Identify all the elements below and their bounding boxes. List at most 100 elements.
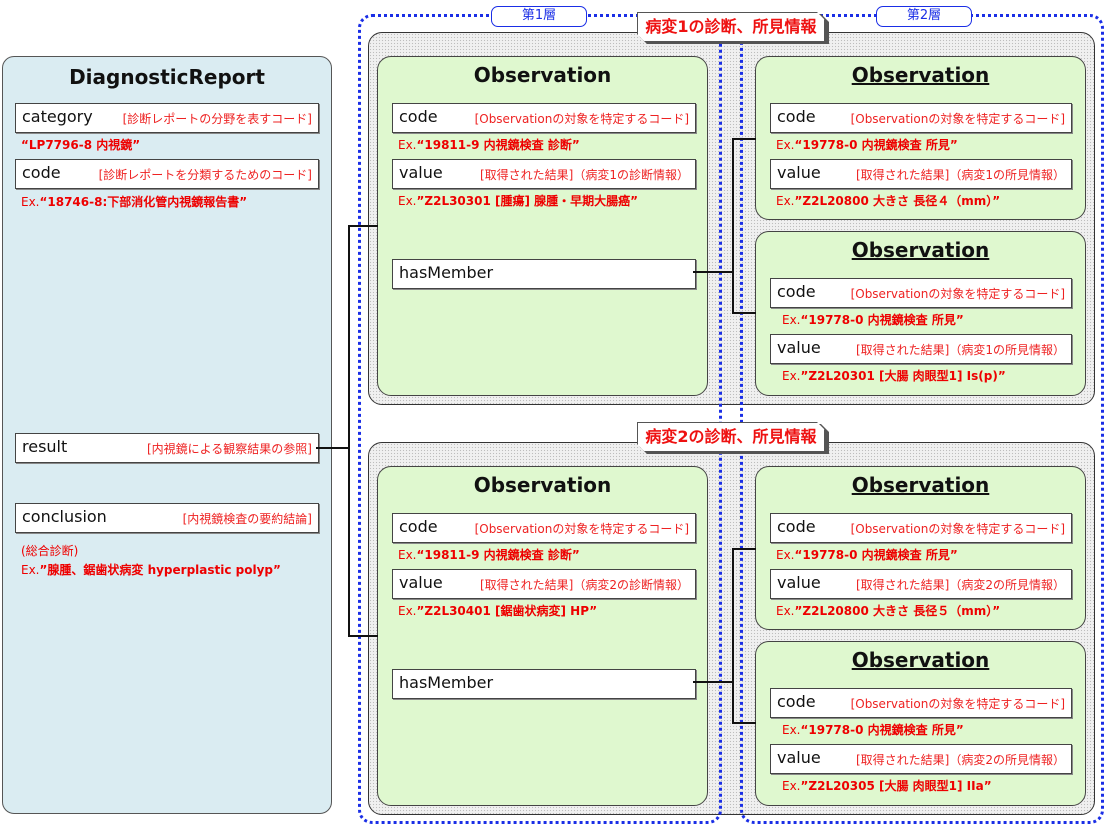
value-field: value [取得された結果]（病変1の所見情報）	[770, 159, 1072, 189]
value-field: value [取得された結果]（病変1の診断情報）	[392, 159, 696, 189]
diagnostic-report-box: DiagnosticReport category [診断レポートの分野を表すコ…	[2, 56, 332, 814]
lesion1-finding-observation-1: Observation code [Observationの対象を特定するコード…	[755, 56, 1086, 220]
code-field: code [Observationの対象を特定するコード]	[770, 278, 1072, 308]
field-name: value	[399, 163, 443, 182]
lesion2-finding-observation-2: Observation code [Observationの対象を特定するコード…	[755, 641, 1086, 806]
example-value: ”Z2L30401 [鋸歯状病変] HP”	[416, 604, 598, 618]
has-member-branch-2a	[732, 548, 756, 550]
value-example: Ex.”Z2L20301 [大腸 肉眼型1] Is(p)”	[782, 367, 1006, 384]
example-prefix: Ex.	[782, 723, 801, 737]
observation-title-text: Observation	[851, 648, 990, 672]
example-prefix: Ex.	[398, 194, 417, 208]
example-prefix: Ex.	[776, 548, 795, 562]
field-name: code	[777, 282, 816, 301]
example-prefix: Ex.	[776, 604, 795, 618]
category-field: category [診断レポートの分野を表すコード]	[15, 103, 319, 133]
code-example: Ex.“19778-0 内視鏡検査 所見”	[776, 546, 958, 563]
example-value: ”Z2L20800 大きさ 長径５（mm）”	[794, 604, 1001, 618]
conclusion-note: (総合診断)	[21, 544, 79, 558]
field-desc: [取得された結果]（病変2の診断情報）	[480, 578, 689, 592]
code-example: Ex.“19811-9 内視鏡検査 診断”	[398, 546, 580, 563]
code-example: Ex.“19778-0 内視鏡検査 所見”	[776, 136, 958, 153]
layer2-tab: 第2層	[876, 6, 972, 27]
code-example: Ex.“19778-0 内視鏡検査 所見”	[782, 311, 964, 328]
example-value: ”Z2L20301 [大腸 肉眼型1] Is(p)”	[800, 369, 1006, 383]
category-example: “LP7796-8 内視鏡”	[21, 136, 140, 153]
field-name: code	[399, 107, 438, 126]
field-desc: [Observationの対象を特定するコード]	[474, 112, 689, 126]
value-example: Ex.”Z2L20800 大きさ 長径４（mm）”	[776, 192, 1000, 209]
result-connector-branch-1	[348, 225, 378, 227]
observation-title: Observation	[756, 473, 1085, 497]
value-field: value [取得された結果]（病変2の所見情報）	[770, 744, 1072, 774]
example-prefix: Ex.	[782, 369, 801, 383]
example-prefix: Ex.	[398, 138, 417, 152]
conclusion-field: conclusion [内視鏡検査の要約結論]	[15, 503, 319, 533]
lesion1-diagnosis-observation: Observation code [Observationの対象を特定するコード…	[377, 56, 708, 396]
field-desc: [取得された結果]（病変2の所見情報）	[856, 753, 1065, 767]
example-value: “19778-0 内視鏡検査 所見”	[800, 313, 964, 327]
lesion1-finding-observation-2: Observation code [Observationの対象を特定するコード…	[755, 231, 1086, 396]
example-value: “19778-0 内視鏡検査 所見”	[794, 548, 958, 562]
value-example: Ex.”Z2L30301 [腫瘍] 腺腫・早期大腸癌”	[398, 192, 638, 209]
has-member-field: hasMember	[392, 259, 696, 289]
field-desc: [取得された結果]（病変1の診断情報）	[480, 168, 689, 182]
field-name: conclusion	[22, 507, 107, 526]
example-value: ”腺腫、鋸歯状病変 hyperplastic polyp”	[39, 563, 281, 577]
code-field: code [Observationの対象を特定するコード]	[770, 513, 1072, 543]
example-prefix: Ex.	[21, 563, 40, 577]
has-member-branch-1b	[732, 312, 756, 314]
field-desc: [取得された結果]（病変1の所見情報）	[856, 343, 1065, 357]
field-name: value	[777, 338, 821, 357]
field-name: code	[777, 517, 816, 536]
value-field: value [取得された結果]（病変2の診断情報）	[392, 569, 696, 599]
result-connector-branch-2	[348, 635, 378, 637]
example-value: “19811-9 内視鏡検査 診断”	[416, 548, 580, 562]
field-desc: [Observationの対象を特定するコード]	[850, 112, 1065, 126]
lesion2-group-tag: 病変2の診断、所見情報	[637, 422, 825, 452]
has-member-connector-2	[693, 681, 734, 683]
result-connector	[316, 447, 350, 449]
observation-title-text: Observation	[851, 473, 990, 497]
result-connector-trunk	[348, 225, 350, 636]
diagnostic-report-title: DiagnosticReport	[69, 65, 265, 89]
value-example: Ex.”Z2L20800 大きさ 長径５（mm）”	[776, 602, 1000, 619]
lesion1-group-tag: 病変1の診断、所見情報	[637, 12, 825, 42]
field-desc: [Observationの対象を特定するコード]	[850, 287, 1065, 301]
example-prefix: Ex.	[782, 779, 801, 793]
field-name: code	[22, 163, 61, 182]
field-desc: [取得された結果]（病変2の所見情報）	[856, 578, 1065, 592]
layer1-tab: 第1層	[491, 6, 587, 27]
example-prefix: Ex.	[398, 548, 417, 562]
field-desc: [取得された結果]（病変1の所見情報）	[856, 168, 1065, 182]
field-name: value	[777, 748, 821, 767]
observation-title: Observation	[473, 63, 612, 87]
example-prefix: Ex.	[782, 313, 801, 327]
field-name: code	[399, 517, 438, 536]
field-name: value	[777, 573, 821, 592]
field-name: hasMember	[399, 263, 494, 282]
field-desc: [Observationの対象を特定するコード]	[474, 522, 689, 536]
example-value: “19778-0 内視鏡検査 所見”	[794, 138, 958, 152]
observation-title-text: Observation	[851, 238, 990, 262]
observation-title: Observation	[756, 648, 1085, 672]
value-example: Ex.”Z2L30401 [鋸歯状病変] HP”	[398, 602, 597, 619]
field-name: result	[22, 437, 68, 456]
example-value: ”Z2L20305 [大腸 肉眼型1] IIa”	[800, 779, 992, 793]
value-field: value [取得された結果]（病変1の所見情報）	[770, 334, 1072, 364]
example-value: “19778-0 内視鏡検査 所見”	[800, 723, 964, 737]
code-field: code [Observationの対象を特定するコード]	[392, 513, 696, 543]
result-field: result [内視鏡による観察結果の参照]	[15, 433, 319, 463]
has-member-trunk-1	[732, 138, 734, 313]
code-field: code [Observationの対象を特定するコード]	[770, 688, 1072, 718]
value-field: value [取得された結果]（病変2の所見情報）	[770, 569, 1072, 599]
example-prefix: Ex.	[21, 195, 40, 209]
code-example: Ex.“19811-9 内視鏡検査 診断”	[398, 136, 580, 153]
value-example: Ex.”Z2L20305 [大腸 肉眼型1] IIa”	[782, 777, 992, 794]
code-example: Ex.“19778-0 内視鏡検査 所見”	[782, 721, 964, 738]
example-value: ”Z2L30301 [腫瘍] 腺腫・早期大腸癌”	[416, 194, 639, 208]
code-example: Ex.“18746-8:下部消化管内視鏡報告書”	[21, 193, 247, 210]
example-prefix: Ex.	[776, 138, 795, 152]
field-desc: [内視鏡検査の要約結論]	[182, 512, 312, 526]
lesion2-diagnosis-observation: Observation code [Observationの対象を特定するコード…	[377, 466, 708, 806]
